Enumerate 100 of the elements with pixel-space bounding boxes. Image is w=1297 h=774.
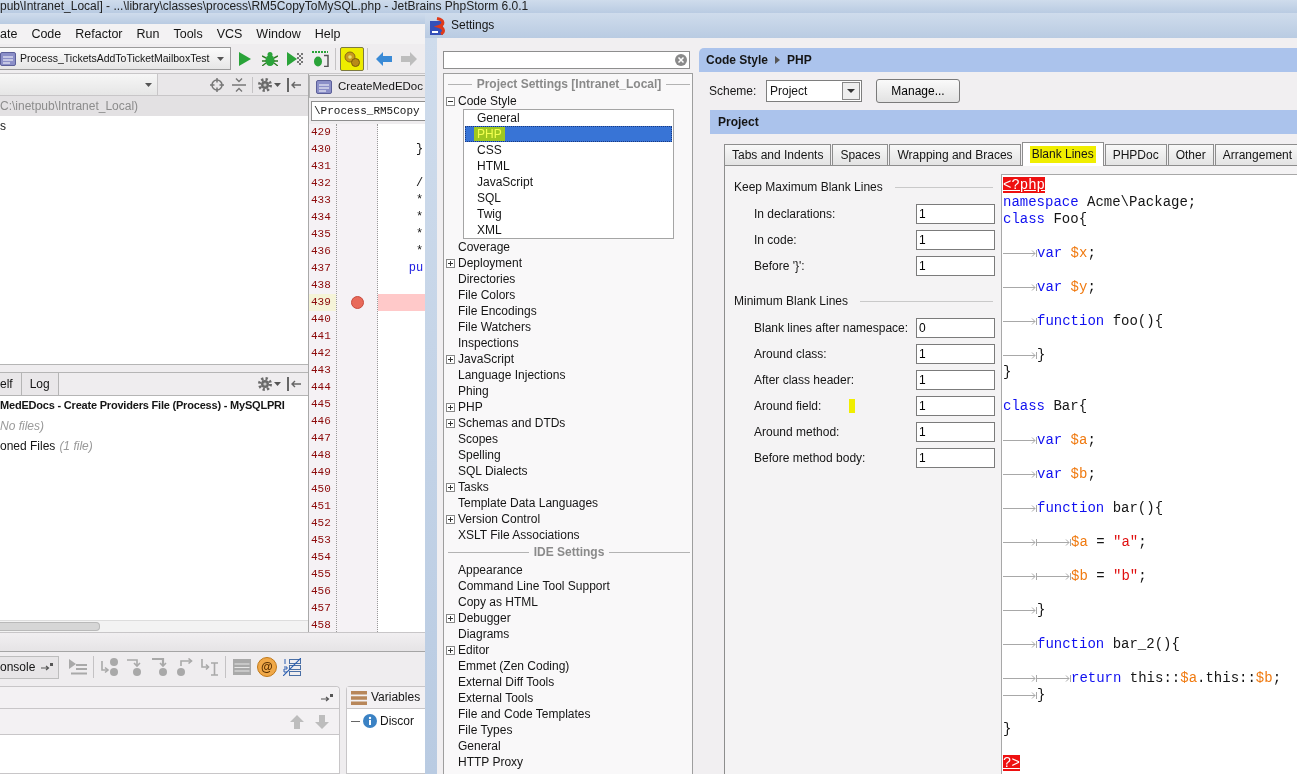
caret-icon[interactable] (274, 82, 281, 87)
editor-tab[interactable]: CreateMedEDoc (309, 75, 425, 97)
tree-item[interactable]: File Types (444, 722, 692, 738)
tree-item[interactable]: Diagrams (444, 626, 692, 642)
tree-item[interactable]: Phing (444, 383, 692, 399)
tree-item[interactable]: File Encodings (444, 303, 692, 319)
tree-item[interactable]: External Tools (444, 690, 692, 706)
navigation-field[interactable]: \Process_RM5Copy (311, 101, 425, 121)
menu-item[interactable]: Code (31, 26, 62, 42)
number-field[interactable]: 1 (916, 204, 995, 224)
number-field[interactable]: 1 (916, 448, 995, 468)
tree-item[interactable]: Inspections (444, 335, 692, 351)
tree-item[interactable]: JavaScript (465, 174, 672, 190)
menu-item[interactable]: Window (256, 26, 301, 42)
tree-item[interactable]: Version Control (444, 511, 692, 527)
plus-box-icon[interactable] (446, 402, 455, 412)
tree-item[interactable]: JavaScript (444, 351, 692, 367)
tab[interactable]: Spaces (832, 144, 889, 165)
tab[interactable]: PHPDoc (1104, 144, 1167, 165)
tree-item[interactable]: XML (465, 222, 672, 238)
settings-icon[interactable] (258, 377, 272, 391)
tree-item[interactable]: Twig (465, 206, 672, 222)
search-field[interactable] (443, 51, 690, 69)
tree-item[interactable]: Editor (444, 642, 692, 658)
tree-item[interactable]: Code Style (444, 93, 692, 109)
run-config-dropdown[interactable]: Process_TicketsAddToTicketMailboxTest (0, 47, 232, 70)
scheme-select[interactable]: Project (766, 80, 862, 102)
plus-box-icon[interactable] (446, 514, 455, 524)
number-field[interactable]: 1 (916, 344, 995, 364)
changelist-title[interactable]: MedEDocs - Create Providers File (Process) - MySQLPRI (0, 399, 285, 413)
manage-button[interactable]: Manage... (876, 79, 960, 103)
tree-item[interactable]: Deployment (444, 255, 692, 271)
collapse-icon[interactable] (232, 77, 246, 92)
tree-item[interactable]: Language Injections (444, 367, 692, 383)
clear-icon[interactable] (675, 54, 687, 66)
tree-item[interactable]: SQL Dialects (444, 463, 692, 479)
tree-item[interactable]: Template Data Languages (444, 495, 692, 511)
tree-item[interactable]: HTML (465, 158, 672, 174)
plus-box-icon[interactable] (446, 418, 455, 428)
menu-item[interactable]: Help (314, 26, 341, 42)
number-field[interactable]: 0 (916, 318, 995, 338)
tab[interactable]: Tabs and Indents (724, 144, 832, 165)
tree-item[interactable]: Schemas and DTDs (444, 415, 692, 431)
pin-arrow-icon[interactable] (321, 693, 333, 702)
tree-item[interactable]: Tasks (444, 479, 692, 495)
menu-item[interactable]: ate (0, 26, 18, 42)
tree-item[interactable]: s (0, 118, 6, 134)
tree-item[interactable]: Debugger (444, 610, 692, 626)
number-field[interactable]: 1 (916, 230, 995, 250)
tree-item[interactable]: Copy as HTML (444, 594, 692, 610)
code-line: function bar_2(){ (1037, 636, 1180, 653)
panel-tab[interactable]: Log (21, 373, 59, 395)
tree-item[interactable]: File Watchers (444, 319, 692, 335)
scrollbar-thumb[interactable] (0, 622, 100, 631)
settings-icon[interactable] (258, 77, 272, 92)
target-icon[interactable] (210, 77, 224, 92)
tree-item[interactable]: External Diff Tools (444, 674, 692, 690)
bar-arrow-icon[interactable] (287, 77, 301, 92)
plus-box-icon[interactable] (446, 354, 455, 364)
tree-item[interactable]: File and Code Templates (444, 706, 692, 722)
plus-box-icon[interactable] (446, 645, 455, 655)
minus-box-icon[interactable] (446, 96, 455, 106)
tree-item[interactable]: Scopes (444, 431, 692, 447)
plus-box-icon[interactable] (446, 258, 455, 268)
menu-item[interactable]: VCS (216, 26, 243, 42)
tree-item[interactable]: File Colors (444, 287, 692, 303)
tree-item[interactable]: XSLT File Associations (444, 527, 692, 543)
tree-item[interactable]: Command Line Tool Support (444, 578, 692, 594)
menu-item[interactable]: Refactor (75, 26, 123, 42)
panel-tab[interactable]: elf (0, 373, 22, 395)
tab[interactable]: Arrangement (1214, 144, 1297, 165)
plus-box-icon[interactable] (446, 613, 455, 623)
tree-item[interactable]: PHP (444, 399, 692, 415)
variable-item[interactable]: Discor (380, 714, 414, 729)
tab[interactable]: Blank Lines (1021, 142, 1104, 166)
tab[interactable]: Wrapping and Braces (889, 144, 1021, 165)
console-tab[interactable]: onsole (0, 655, 60, 679)
tree-item[interactable]: Spelling (444, 447, 692, 463)
tree-item[interactable]: General (444, 738, 692, 754)
menu-item[interactable]: Run (136, 26, 160, 42)
tree-item[interactable]: HTTP Proxy (444, 754, 692, 770)
tab[interactable]: Other (1167, 144, 1214, 165)
number-field[interactable]: 1 (916, 396, 995, 416)
tree-item[interactable]: SQL (465, 190, 672, 206)
breakpoint-icon[interactable] (350, 296, 364, 309)
toolbar-button[interactable] (339, 46, 364, 71)
menu-item[interactable]: Tools (173, 26, 203, 42)
changelist-item[interactable]: oned Files (0, 438, 56, 454)
number-field[interactable]: 1 (916, 422, 995, 442)
caret-icon[interactable] (274, 382, 281, 386)
plus-box-icon[interactable] (446, 482, 455, 492)
number-field[interactable]: 1 (916, 256, 995, 276)
tree-item[interactable]: Emmet (Zen Coding) (444, 658, 692, 674)
tree-item[interactable]: Appearance (444, 562, 692, 578)
tree-item[interactable]: General (465, 110, 672, 126)
tree-item[interactable]: CSS (465, 142, 672, 158)
tree-item[interactable]: Directories (444, 271, 692, 287)
bar-arrow-icon[interactable] (287, 377, 301, 391)
number-field[interactable]: 1 (916, 370, 995, 390)
tree-item[interactable]: Coverage (444, 239, 692, 255)
